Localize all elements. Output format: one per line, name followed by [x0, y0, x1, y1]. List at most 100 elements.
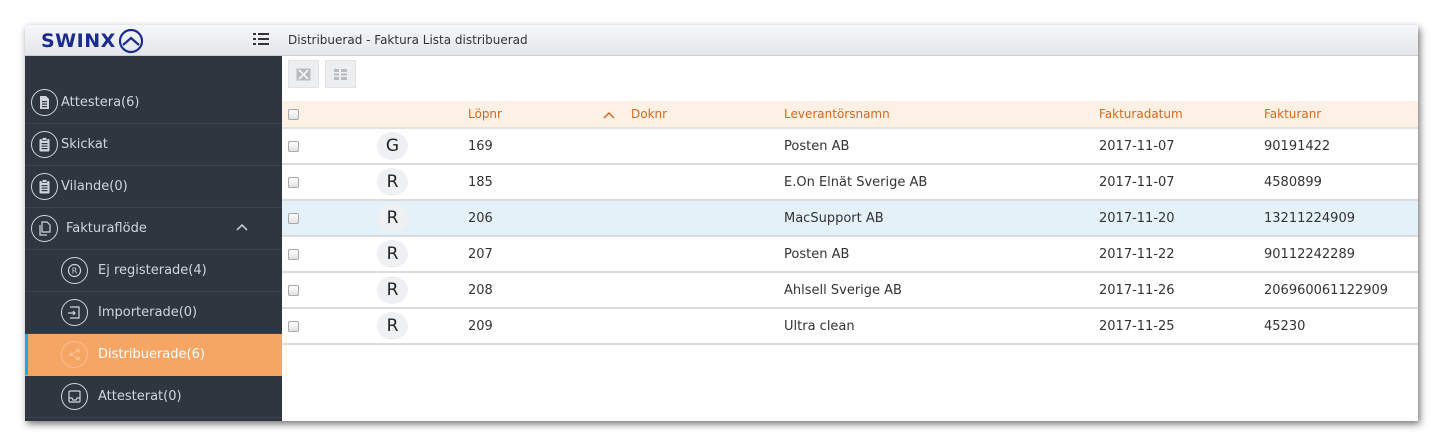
cell-fakturadatum: 2017-11-20	[1099, 200, 1264, 237]
document-icon	[31, 89, 58, 116]
copy-document-icon	[31, 215, 58, 242]
cell-fakturanr: 4580899	[1264, 164, 1418, 201]
cell-fakturanr: 45230	[1264, 308, 1418, 345]
cell-fakturanr: 13211224909	[1264, 200, 1418, 237]
cell-leverantorsnamn: Posten AB	[784, 128, 1099, 165]
cell-lopnr: 169	[468, 128, 603, 165]
cell-doknr	[603, 236, 784, 273]
status-badge: R	[377, 312, 408, 340]
cell-fakturanr: 206960061122909	[1264, 272, 1418, 309]
cell-leverantorsnamn: Ahlsell Sverige AB	[784, 272, 1099, 309]
column-header-label: Leverantörsnamn	[784, 107, 890, 121]
table-row[interactable]: R 209 Ultra clean 2017-11-25 45230	[282, 308, 1418, 345]
registered-icon: R	[61, 257, 88, 284]
chevron-up-icon[interactable]	[236, 223, 248, 231]
column-header-leverantorsnamn[interactable]: Leverantörsnamn	[784, 101, 1099, 129]
logo-mark-icon	[118, 28, 143, 54]
status-badge: R	[377, 276, 408, 304]
cell-fakturadatum: 2017-11-26	[1099, 272, 1264, 309]
select-all-checkbox[interactable]	[288, 109, 299, 120]
status-badge: R	[377, 204, 408, 232]
select-all-cell	[282, 101, 377, 129]
logo-text: SWINX	[41, 30, 116, 52]
column-header-fakturanr[interactable]: Fakturanr	[1264, 101, 1418, 129]
cell-doknr	[603, 128, 784, 165]
cell-lopnr: 207	[468, 236, 603, 273]
column-header-fakturadatum[interactable]: Fakturadatum	[1099, 101, 1264, 129]
column-header-label: Doknr	[631, 107, 668, 121]
sidebar-item-distribuerade[interactable]: Distribuerade(6)	[25, 334, 282, 376]
main-panel: Distribuerad - Faktura Lista distribuera…	[282, 25, 1418, 421]
cell-lopnr: 185	[468, 164, 603, 201]
sidebar-nav: Attestera(6) Skickat Vilande(0) Fakturaf…	[25, 82, 282, 418]
split-button[interactable]	[325, 60, 356, 88]
import-icon	[61, 299, 88, 326]
sidebar-item-skickat[interactable]: Skickat	[25, 124, 282, 166]
table-row-selected[interactable]: R 206 MacSupport AB 2017-11-20 132112249…	[282, 200, 1418, 237]
sidebar: SWINX Attestera(6) Skickat Vilande(0) Fa…	[25, 25, 282, 421]
sidebar-item-attesterat[interactable]: Attesterat(0)	[25, 376, 282, 418]
row-checkbox[interactable]	[288, 212, 299, 224]
clipboard-icon	[31, 173, 58, 200]
sidebar-item-ej-registerade[interactable]: R Ej registerade(4)	[25, 250, 282, 292]
cell-lopnr: 209	[468, 308, 603, 345]
row-checkbox[interactable]	[288, 140, 299, 152]
app-window: SWINX Attestera(6) Skickat Vilande(0) Fa…	[25, 25, 1418, 421]
cell-fakturadatum: 2017-11-25	[1099, 308, 1264, 345]
cell-fakturadatum: 2017-11-07	[1099, 164, 1264, 201]
row-checkbox[interactable]	[288, 176, 299, 188]
row-checkbox[interactable]	[288, 248, 299, 260]
sidebar-item-label: Attestera(6)	[61, 95, 140, 110]
column-header-lopnr[interactable]: Löpnr	[468, 101, 603, 129]
toolbar	[288, 60, 356, 88]
column-header-label: Fakturadatum	[1099, 107, 1183, 121]
sidebar-item-label: Attesterat(0)	[98, 389, 182, 404]
cell-leverantorsnamn: MacSupport AB	[784, 200, 1099, 237]
close-icon	[296, 68, 311, 80]
cell-doknr	[603, 308, 784, 345]
sidebar-item-vilande[interactable]: Vilande(0)	[25, 166, 282, 208]
status-badge: R	[377, 168, 408, 196]
cell-fakturadatum: 2017-11-22	[1099, 236, 1264, 273]
table-row[interactable]: R 207 Posten AB 2017-11-22 90112242289	[282, 236, 1418, 273]
inbox-icon	[61, 383, 88, 410]
column-header-label: Löpnr	[468, 107, 502, 121]
sidebar-item-label: Ej registerade(4)	[98, 263, 207, 278]
clipboard-icon	[31, 131, 58, 158]
table-row[interactable]: G 169 Posten AB 2017-11-07 90191422	[282, 128, 1418, 165]
sidebar-item-label: Distribuerade(6)	[98, 347, 205, 362]
page-title: Distribuerad - Faktura Lista distribuera…	[282, 25, 1418, 56]
invoice-table: Löpnr Doknr Leverantörsnamn Fakturadatum…	[282, 101, 1418, 345]
cell-doknr	[603, 272, 784, 309]
sidebar-item-label: Vilande(0)	[61, 179, 128, 194]
row-checkbox[interactable]	[288, 284, 299, 296]
sort-ascending-icon[interactable]	[603, 111, 615, 119]
cell-lopnr: 208	[468, 272, 603, 309]
cell-fakturadatum: 2017-11-07	[1099, 128, 1264, 165]
svg-text:R: R	[72, 267, 78, 276]
sidebar-item-label: Skickat	[61, 137, 108, 152]
sidebar-item-label: Fakturaflöde	[66, 221, 147, 236]
split-icon	[334, 68, 347, 80]
cell-doknr	[603, 164, 784, 201]
cell-doknr	[603, 200, 784, 237]
sidebar-item-importerade[interactable]: Importerade(0)	[25, 292, 282, 334]
table-row[interactable]: R 208 Ahlsell Sverige AB 2017-11-26 2069…	[282, 272, 1418, 309]
sidebar-item-attestera[interactable]: Attestera(6)	[25, 82, 282, 124]
cell-fakturanr: 90191422	[1264, 128, 1418, 165]
table-row[interactable]: R 185 E.On Elnät Sverige AB 2017-11-07 4…	[282, 164, 1418, 201]
delete-button[interactable]	[288, 60, 319, 88]
row-checkbox[interactable]	[288, 320, 299, 332]
menu-toggle-icon[interactable]	[253, 32, 269, 46]
distribute-icon	[61, 341, 88, 368]
status-badge: G	[377, 132, 408, 160]
table-header-row: Löpnr Doknr Leverantörsnamn Fakturadatum…	[282, 101, 1418, 129]
cell-leverantorsnamn: Posten AB	[784, 236, 1099, 273]
sidebar-item-fakturaflode[interactable]: Fakturaflöde	[25, 208, 282, 250]
column-header-doknr[interactable]: Doknr	[603, 101, 784, 129]
status-badge: R	[377, 240, 408, 268]
cell-fakturanr: 90112242289	[1264, 236, 1418, 273]
brand-bar: SWINX	[25, 25, 282, 56]
swinx-logo[interactable]: SWINX	[41, 28, 144, 54]
cell-leverantorsnamn: E.On Elnät Sverige AB	[784, 164, 1099, 201]
